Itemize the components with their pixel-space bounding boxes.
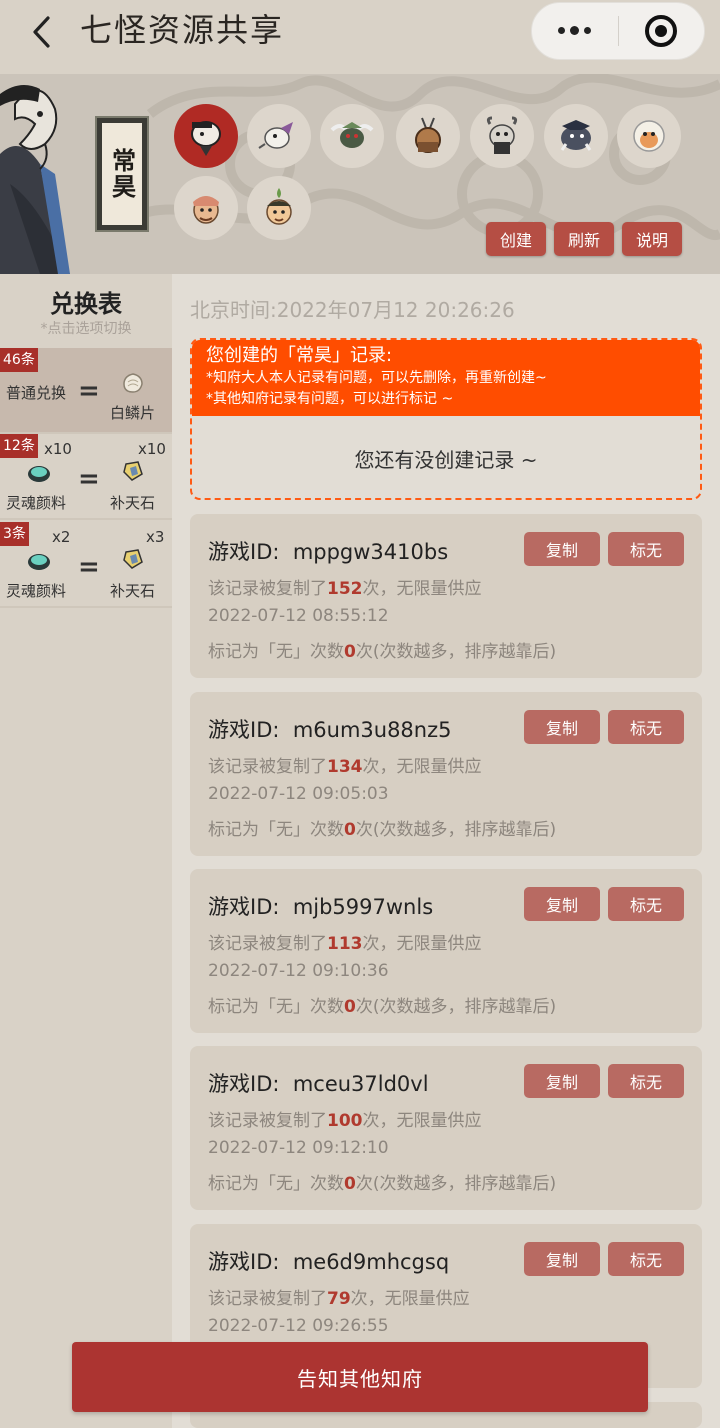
record-copy-count: 该记录被复制了79次，无限量供应 (208, 1289, 470, 1309)
record-game-id: 游戏ID: mceu37ld0vl (208, 1072, 429, 1096)
record-card: 游戏ID: mppgw3410bs 复制 标无 该记录被复制了152次，无限量供… (190, 514, 702, 678)
my-records-box: 您创建的「常昊」记录: *知府大人本人记录有问题，可以先删除，再重新创建~ *其… (190, 338, 702, 500)
record-copy-count: 该记录被复制了100次，无限量供应 (208, 1111, 482, 1131)
exchange-right-label: 补天石 (110, 494, 156, 512)
record-mark-count: 标记为「无」次数0次(次数越多，排序越靠后) (208, 642, 557, 662)
my-records-note: *其他知府记录有问题，可以进行标记 ~ (206, 391, 454, 407)
exchange-sidebar: 兑换表 *点击选项切换 46条 普通兑换 = 白鳞片 12条 x10 x10 =… (0, 274, 172, 1428)
avatar-man-bandana[interactable] (174, 176, 238, 240)
avatar-monkey[interactable] (617, 104, 681, 168)
mark-none-button[interactable]: 标无 (608, 1242, 684, 1276)
exchange-right-multiplier: x3 (146, 528, 165, 546)
nav-bar: 七怪资源共享 (0, 0, 720, 74)
exchange-count-badge: 3条 (0, 522, 29, 546)
copy-button[interactable]: 复制 (524, 887, 600, 921)
sky-stone-icon (123, 461, 143, 481)
more-icon[interactable] (532, 26, 618, 35)
back-icon[interactable] (22, 12, 62, 52)
copy-button[interactable]: 复制 (524, 532, 600, 566)
record-card: 游戏ID: mceu37ld0vl 复制 标无 该记录被复制了100次，无限量供… (190, 1046, 702, 1210)
my-records-heading: 您创建的「常昊」记录: (206, 345, 393, 366)
record-game-id: 游戏ID: mppgw3410bs (208, 540, 449, 564)
create-button[interactable]: 创建 (486, 222, 546, 256)
exchange-right-label: 白鳞片 (110, 404, 156, 422)
record-mark-count: 标记为「无」次数0次(次数越多，排序越靠后) (208, 997, 557, 1017)
avatar-bull[interactable] (320, 104, 384, 168)
mark-none-button[interactable]: 标无 (608, 532, 684, 566)
my-records-header: 您创建的「常昊」记录: *知府大人本人记录有问题，可以先删除，再重新创建~ *其… (192, 340, 700, 416)
equals-sign: = (78, 464, 100, 494)
exchange-left-label: 普通兑换 (6, 384, 67, 402)
sky-stone-icon (123, 549, 143, 569)
sidebar-hint: *点击选项切换 (40, 321, 132, 337)
avatar-boar[interactable] (544, 104, 608, 168)
exchange-item-normal[interactable]: 46条 普通兑换 = 白鳞片 (0, 348, 172, 434)
close-target-icon[interactable] (619, 15, 705, 47)
record-date: 2022-07-12 08:55:12 (208, 606, 389, 626)
record-id-value: me6d9mhcgsq (292, 1250, 450, 1274)
records-main: 北京时间:2022年07月12 20:26:26 您创建的「常昊」记录: *知府… (172, 274, 720, 1428)
record-id-value: m6um3u88nz5 (292, 718, 452, 742)
avatar-snake[interactable] (174, 104, 238, 168)
snake-character-image (0, 85, 70, 274)
avatar-boy-sprout[interactable] (247, 176, 311, 240)
record-id-value: mceu37ld0vl (292, 1072, 429, 1096)
record-card: 游戏ID: m6um3u88nz5 复制 标无 该记录被复制了134次，无限量供… (190, 692, 702, 856)
record-copy-count: 该记录被复制了152次，无限量供应 (208, 579, 482, 599)
refresh-button[interactable]: 刷新 (554, 222, 614, 256)
mark-none-button[interactable]: 标无 (608, 1064, 684, 1098)
copy-button[interactable]: 复制 (524, 1242, 600, 1276)
exchange-item-soul-paint-10[interactable]: 12条 x10 x10 = 灵魂颜料 补天石 (0, 434, 172, 520)
page-title: 七怪资源共享 (80, 11, 285, 49)
soul-paint-icon (28, 466, 50, 482)
white-scale-icon (123, 373, 143, 393)
copy-button[interactable]: 复制 (524, 710, 600, 744)
my-records-empty: 您还有没创建记录 ~ (354, 447, 538, 472)
soul-paint-icon (28, 554, 50, 570)
exchange-right-multiplier: x10 (138, 440, 166, 458)
record-game-id: 游戏ID: m6um3u88nz5 (208, 718, 452, 742)
exchange-left-label: 灵魂颜料 (6, 494, 67, 512)
record-date: 2022-07-12 09:05:03 (208, 784, 389, 804)
help-button[interactable]: 说明 (622, 222, 682, 256)
record-game-id: 游戏ID: mjb5997wnls (208, 895, 434, 919)
avatar-goat[interactable] (470, 104, 534, 168)
equals-sign: = (78, 552, 100, 582)
character-name-tag: 常昊 (95, 116, 149, 232)
record-date: 2022-07-12 09:10:36 (208, 961, 389, 981)
avatar-beetle[interactable] (396, 104, 460, 168)
notify-others-button[interactable]: 告知其他知府 (72, 1342, 648, 1412)
record-date: 2022-07-12 09:26:55 (208, 1316, 389, 1336)
copy-button[interactable]: 复制 (524, 1064, 600, 1098)
avatar-dog[interactable] (247, 104, 311, 168)
exchange-left-multiplier: x10 (44, 440, 72, 458)
record-card: 游戏ID: mjb5997wnls 复制 标无 该记录被复制了113次，无限量供… (190, 869, 702, 1033)
exchange-right-label: 补天石 (110, 582, 156, 600)
mark-none-button[interactable]: 标无 (608, 887, 684, 921)
header-banner: 常昊 创建 刷新 说明 (0, 74, 720, 274)
sidebar-title: 兑换表 (50, 290, 122, 318)
record-copy-count: 该记录被复制了113次，无限量供应 (208, 934, 482, 954)
beijing-time: 北京时间:2022年07月12 20:26:26 (190, 298, 515, 322)
record-mark-count: 标记为「无」次数0次(次数越多，排序越靠后) (208, 1174, 557, 1194)
mark-none-button[interactable]: 标无 (608, 710, 684, 744)
record-id-value: mjb5997wnls (292, 895, 434, 919)
exchange-left-label: 灵魂颜料 (6, 582, 67, 600)
exchange-left-multiplier: x2 (52, 528, 71, 546)
record-copy-count: 该记录被复制了134次，无限量供应 (208, 757, 482, 777)
record-date: 2022-07-12 09:12:10 (208, 1138, 389, 1158)
exchange-item-soul-paint-2[interactable]: 3条 x2 x3 = 灵魂颜料 补天石 (0, 522, 172, 608)
equals-sign: = (78, 376, 100, 406)
mini-program-capsule (531, 2, 705, 60)
exchange-count-badge: 12条 (0, 434, 38, 458)
record-mark-count: 标记为「无」次数0次(次数越多，排序越靠后) (208, 820, 557, 840)
record-id-value: mppgw3410bs (292, 540, 449, 564)
exchange-count-badge: 46条 (0, 348, 38, 372)
my-records-note: *知府大人本人记录有问题，可以先删除，再重新创建~ (206, 370, 547, 386)
record-game-id: 游戏ID: me6d9mhcgsq (208, 1250, 450, 1274)
